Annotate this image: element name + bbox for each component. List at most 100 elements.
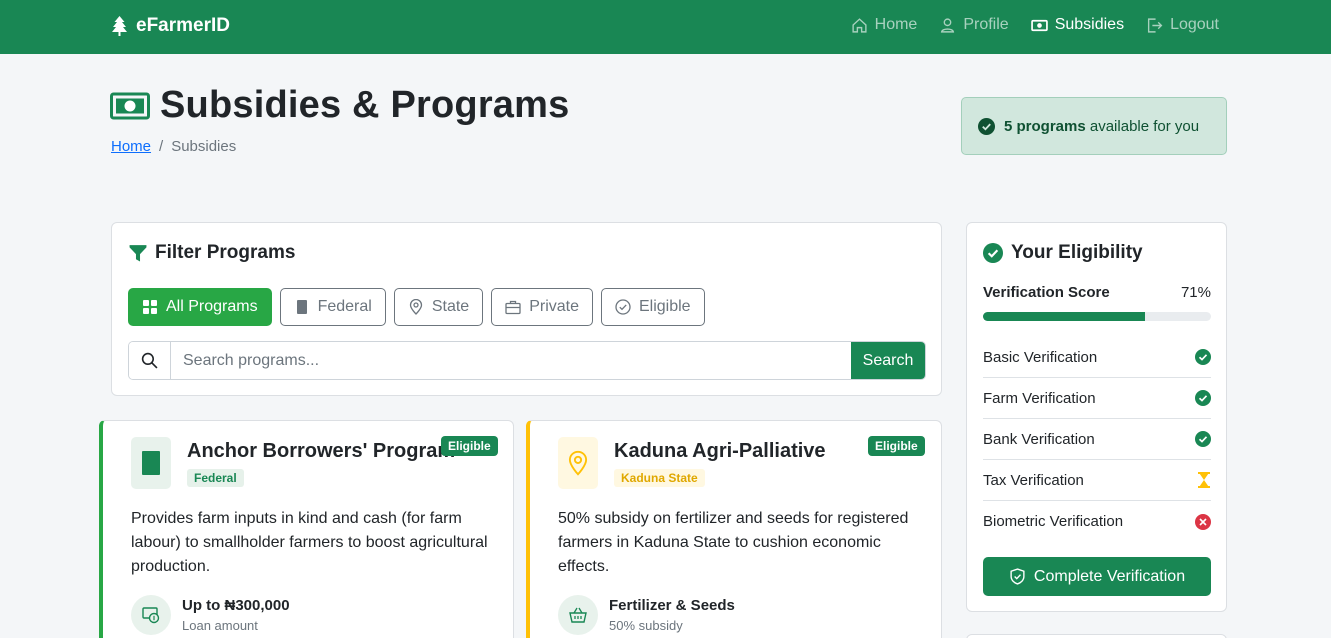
verification-score-label: Verification Score: [983, 284, 1110, 301]
hourglass-icon: [1198, 472, 1210, 488]
program-description: 50% subsidy on fertilizer and seeds for …: [558, 510, 909, 575]
filter-heading: Filter Programs: [129, 242, 295, 264]
verification-progress-bar: [983, 312, 1211, 321]
navbar: eFarmerID Home Profile Subsidies Logout: [0, 0, 1331, 54]
eligibility-heading: Your Eligibility: [983, 242, 1143, 264]
nav-home[interactable]: Home: [851, 16, 918, 34]
filter-state-label: State: [431, 298, 470, 315]
cash-icon: [110, 92, 150, 119]
program-benefit: Fertilizer & Seeds 50% subsidy: [558, 595, 735, 635]
verification-item-label: Biometric Verification: [983, 513, 1124, 530]
brand-link[interactable]: eFarmerID: [111, 15, 230, 37]
funnel-icon: [129, 245, 147, 262]
page-title: Subsidies & Programs: [110, 84, 569, 127]
program-card[interactable]: Kaduna Agri-Palliative Kaduna State Elig…: [526, 420, 942, 638]
nav-profile[interactable]: Profile: [939, 16, 1009, 34]
cash-coin-icon: [142, 607, 160, 624]
breadcrumb-separator: /: [159, 138, 164, 155]
page-heading: Subsidies & Programs: [160, 84, 570, 126]
benefit-icon-circle: [131, 595, 171, 635]
check-circle-fill-icon: [1195, 349, 1211, 365]
filter-all-programs-label: All Programs: [166, 298, 258, 315]
eligible-badge: Eligible: [441, 436, 498, 456]
breadcrumb-home-link[interactable]: Home: [111, 138, 151, 155]
breadcrumb-current: Subsidies: [171, 138, 237, 155]
x-circle-fill-icon: [1195, 513, 1211, 530]
benefit-icon-circle: [558, 595, 598, 635]
verification-item: Tax Verification: [983, 460, 1211, 501]
cash-icon: [1030, 19, 1048, 31]
next-sidebar-card: [966, 634, 1227, 638]
program-type-tag: Kaduna State: [614, 469, 705, 487]
filter-state-button[interactable]: State: [393, 288, 484, 326]
program-description: Provides farm inputs in kind and cash (f…: [131, 510, 488, 575]
benefit-label: Loan amount: [182, 618, 258, 633]
filter-eligible-label: Eligible: [638, 298, 691, 315]
program-benefit: Up to ₦300,000 Loan amount: [131, 595, 290, 635]
check-circle-icon: [615, 299, 631, 315]
verification-item-label: Basic Verification: [983, 348, 1098, 366]
nav-profile-label: Profile: [963, 16, 1009, 33]
search-addon: [129, 342, 171, 379]
tree-icon: [112, 16, 127, 36]
complete-verification-button[interactable]: Complete Verification: [983, 557, 1211, 596]
filter-private-label: Private: [529, 298, 579, 315]
verification-item: Basic Verification: [983, 337, 1211, 378]
eligibility-card: Your Eligibility Verification Score 71% …: [966, 222, 1227, 612]
program-card[interactable]: Anchor Borrowers' Program Federal Eligib…: [99, 420, 514, 638]
filter-eligible-button[interactable]: Eligible: [600, 288, 705, 326]
geo-pin-icon: [568, 450, 588, 476]
verification-progress-fill: [983, 312, 1145, 321]
verification-item-label: Bank Verification: [983, 430, 1095, 448]
shield-check-icon: [1010, 568, 1025, 585]
briefcase-icon: [505, 300, 521, 315]
program-icon-box: [131, 437, 171, 489]
nav-logout[interactable]: Logout: [1146, 16, 1219, 34]
program-icon-box: [558, 437, 598, 489]
building-icon: [296, 300, 307, 314]
eligible-badge: Eligible: [868, 436, 925, 456]
verification-item: Farm Verification: [983, 378, 1211, 419]
benefit-value: Up to ₦300,000: [182, 597, 290, 614]
search-input[interactable]: [171, 342, 851, 379]
verification-item: Bank Verification: [983, 419, 1211, 460]
grid-icon: [143, 300, 157, 314]
programs-available-alert: 5 programs available for you: [961, 97, 1227, 155]
basket-icon: [569, 607, 587, 623]
nav-logout-label: Logout: [1170, 16, 1219, 33]
home-icon: [852, 17, 867, 33]
program-type-tag: Federal: [187, 469, 244, 487]
program-title: Kaduna Agri-Palliative: [614, 440, 826, 462]
program-title: Anchor Borrowers' Program: [187, 440, 456, 462]
search-icon: [141, 352, 158, 369]
programs-count: 5 programs: [1004, 117, 1086, 135]
check-circle-fill-icon: [983, 243, 1003, 263]
geo-pin-icon: [409, 299, 422, 315]
benefit-label: 50% subsidy: [609, 618, 683, 633]
nav-subsidies-label: Subsidies: [1054, 16, 1125, 33]
complete-verification-label: Complete Verification: [1033, 567, 1186, 585]
breadcrumb: Home / Subsidies: [111, 138, 236, 155]
check-circle-fill-icon: [978, 117, 995, 135]
benefit-value: Fertilizer & Seeds: [609, 597, 735, 614]
filter-federal-button[interactable]: Federal: [279, 288, 386, 326]
filter-heading-text: Filter Programs: [155, 242, 296, 263]
search-button[interactable]: Search: [851, 342, 925, 379]
logout-icon: [1148, 17, 1163, 33]
nav-subsidies[interactable]: Subsidies: [1030, 16, 1125, 34]
check-circle-fill-icon: [1195, 390, 1211, 406]
building-icon: [142, 451, 160, 475]
programs-available-text: available for you: [1089, 117, 1200, 135]
filter-federal-label: Federal: [317, 298, 372, 315]
filter-private-button[interactable]: Private: [491, 288, 593, 326]
eligibility-heading-text: Your Eligibility: [1011, 242, 1143, 263]
verification-item: Biometric Verification: [983, 501, 1211, 542]
verification-score-row: Verification Score 71%: [983, 284, 1211, 301]
brand-name: eFarmerID: [136, 15, 230, 36]
person-icon: [941, 17, 955, 33]
filter-all-programs-button[interactable]: All Programs: [128, 288, 272, 326]
verification-list: Basic Verification Farm Verification Ban…: [983, 337, 1211, 542]
search-group: Search: [128, 341, 926, 380]
verification-score-value: 71%: [1180, 284, 1211, 301]
nav-home-label: Home: [874, 16, 918, 33]
